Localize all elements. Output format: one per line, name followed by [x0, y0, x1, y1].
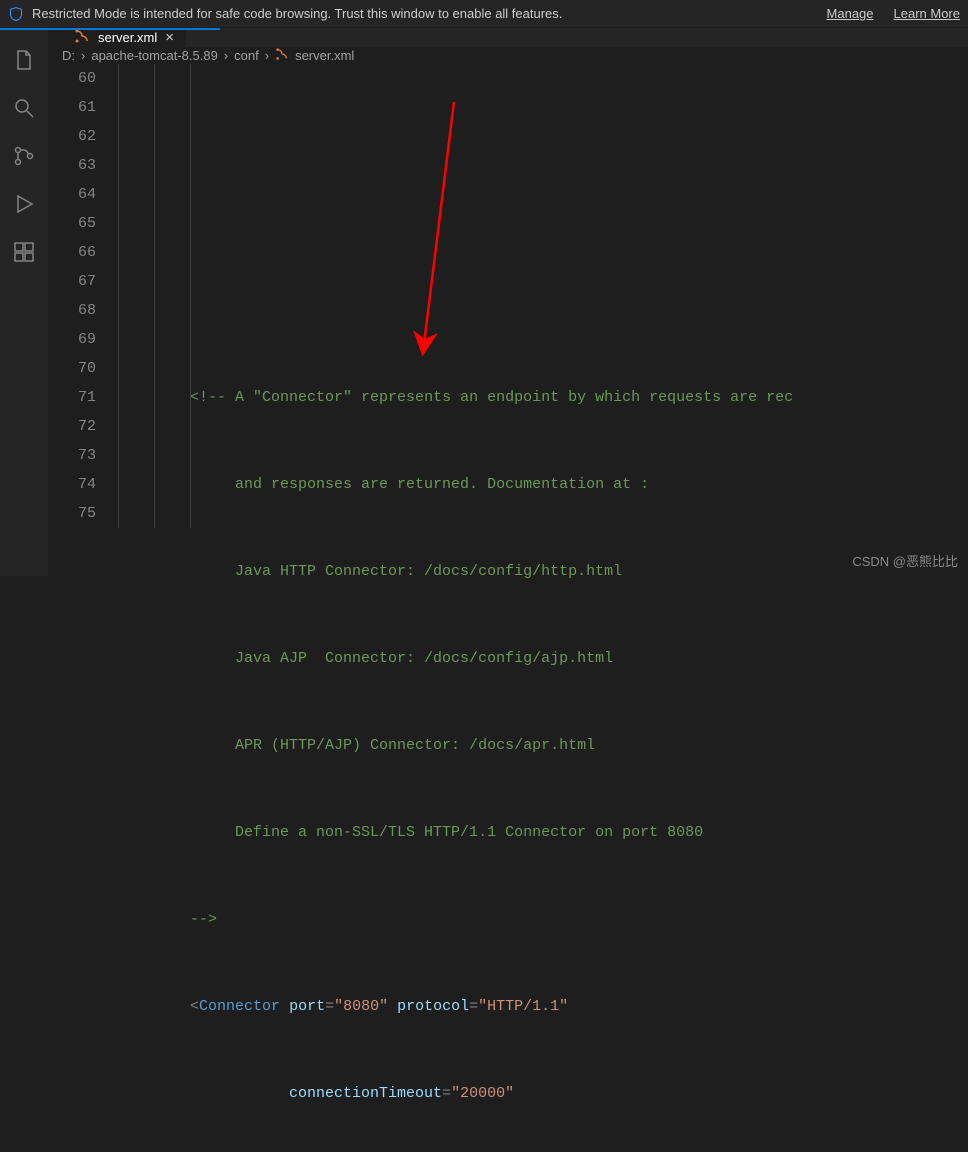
restricted-mode-message: Restricted Mode is intended for safe cod… [32, 6, 562, 21]
line-number: 72 [48, 412, 96, 441]
editor-area: server.xml × D: › apache-tomcat-8.5.89 ›… [48, 28, 968, 576]
tab-filename: server.xml [98, 30, 157, 45]
line-number: 66 [48, 238, 96, 267]
chevron-right-icon: › [224, 48, 228, 63]
tabs-bar: server.xml × [62, 28, 968, 47]
line-number: 69 [48, 325, 96, 354]
line-number: 68 [48, 296, 96, 325]
line-number: 65 [48, 209, 96, 238]
learn-more-link[interactable]: Learn More [894, 6, 960, 21]
xml-file-icon [74, 28, 90, 47]
manage-link[interactable]: Manage [827, 6, 874, 21]
code-content[interactable]: <!-- A "Connector" represents an endpoin… [118, 64, 968, 1152]
chevron-right-icon: › [265, 48, 269, 63]
activity-bar [0, 28, 48, 576]
line-number: 74 [48, 470, 96, 499]
shield-icon [8, 6, 24, 22]
breadcrumb-folder1[interactable]: apache-tomcat-8.5.89 [91, 48, 217, 63]
search-icon[interactable] [0, 84, 48, 132]
line-number: 64 [48, 180, 96, 209]
line-number: 73 [48, 441, 96, 470]
code-editor[interactable]: 60 61 62 63 64 65 66 67 68 69 70 71 72 7… [48, 64, 968, 1152]
breadcrumb-folder2[interactable]: conf [234, 48, 259, 63]
line-number: 60 [48, 64, 96, 93]
extensions-icon[interactable] [0, 228, 48, 276]
source-control-icon[interactable] [0, 132, 48, 180]
restricted-mode-bar: Restricted Mode is intended for safe cod… [0, 0, 968, 28]
line-number: 71 [48, 383, 96, 412]
breadcrumb-drive[interactable]: D: [62, 48, 75, 63]
run-debug-icon[interactable] [0, 180, 48, 228]
line-number: 63 [48, 151, 96, 180]
line-number: 67 [48, 267, 96, 296]
line-number: 62 [48, 122, 96, 151]
explorer-icon[interactable] [0, 36, 48, 84]
line-number: 70 [48, 354, 96, 383]
tab-close-icon[interactable]: × [165, 29, 174, 46]
breadcrumbs[interactable]: D: › apache-tomcat-8.5.89 › conf › serve… [48, 47, 968, 64]
watermark-right: CSDN @恶熊比比 [852, 551, 958, 570]
line-gutter: 60 61 62 63 64 65 66 67 68 69 70 71 72 7… [48, 64, 118, 1152]
xml-file-icon [275, 47, 289, 64]
notification-underline [0, 28, 220, 30]
line-number: 61 [48, 93, 96, 122]
breadcrumb-file[interactable]: server.xml [295, 48, 354, 63]
tab-server-xml[interactable]: server.xml × [62, 28, 186, 47]
chevron-right-icon: › [81, 48, 85, 63]
line-number: 75 [48, 499, 96, 528]
